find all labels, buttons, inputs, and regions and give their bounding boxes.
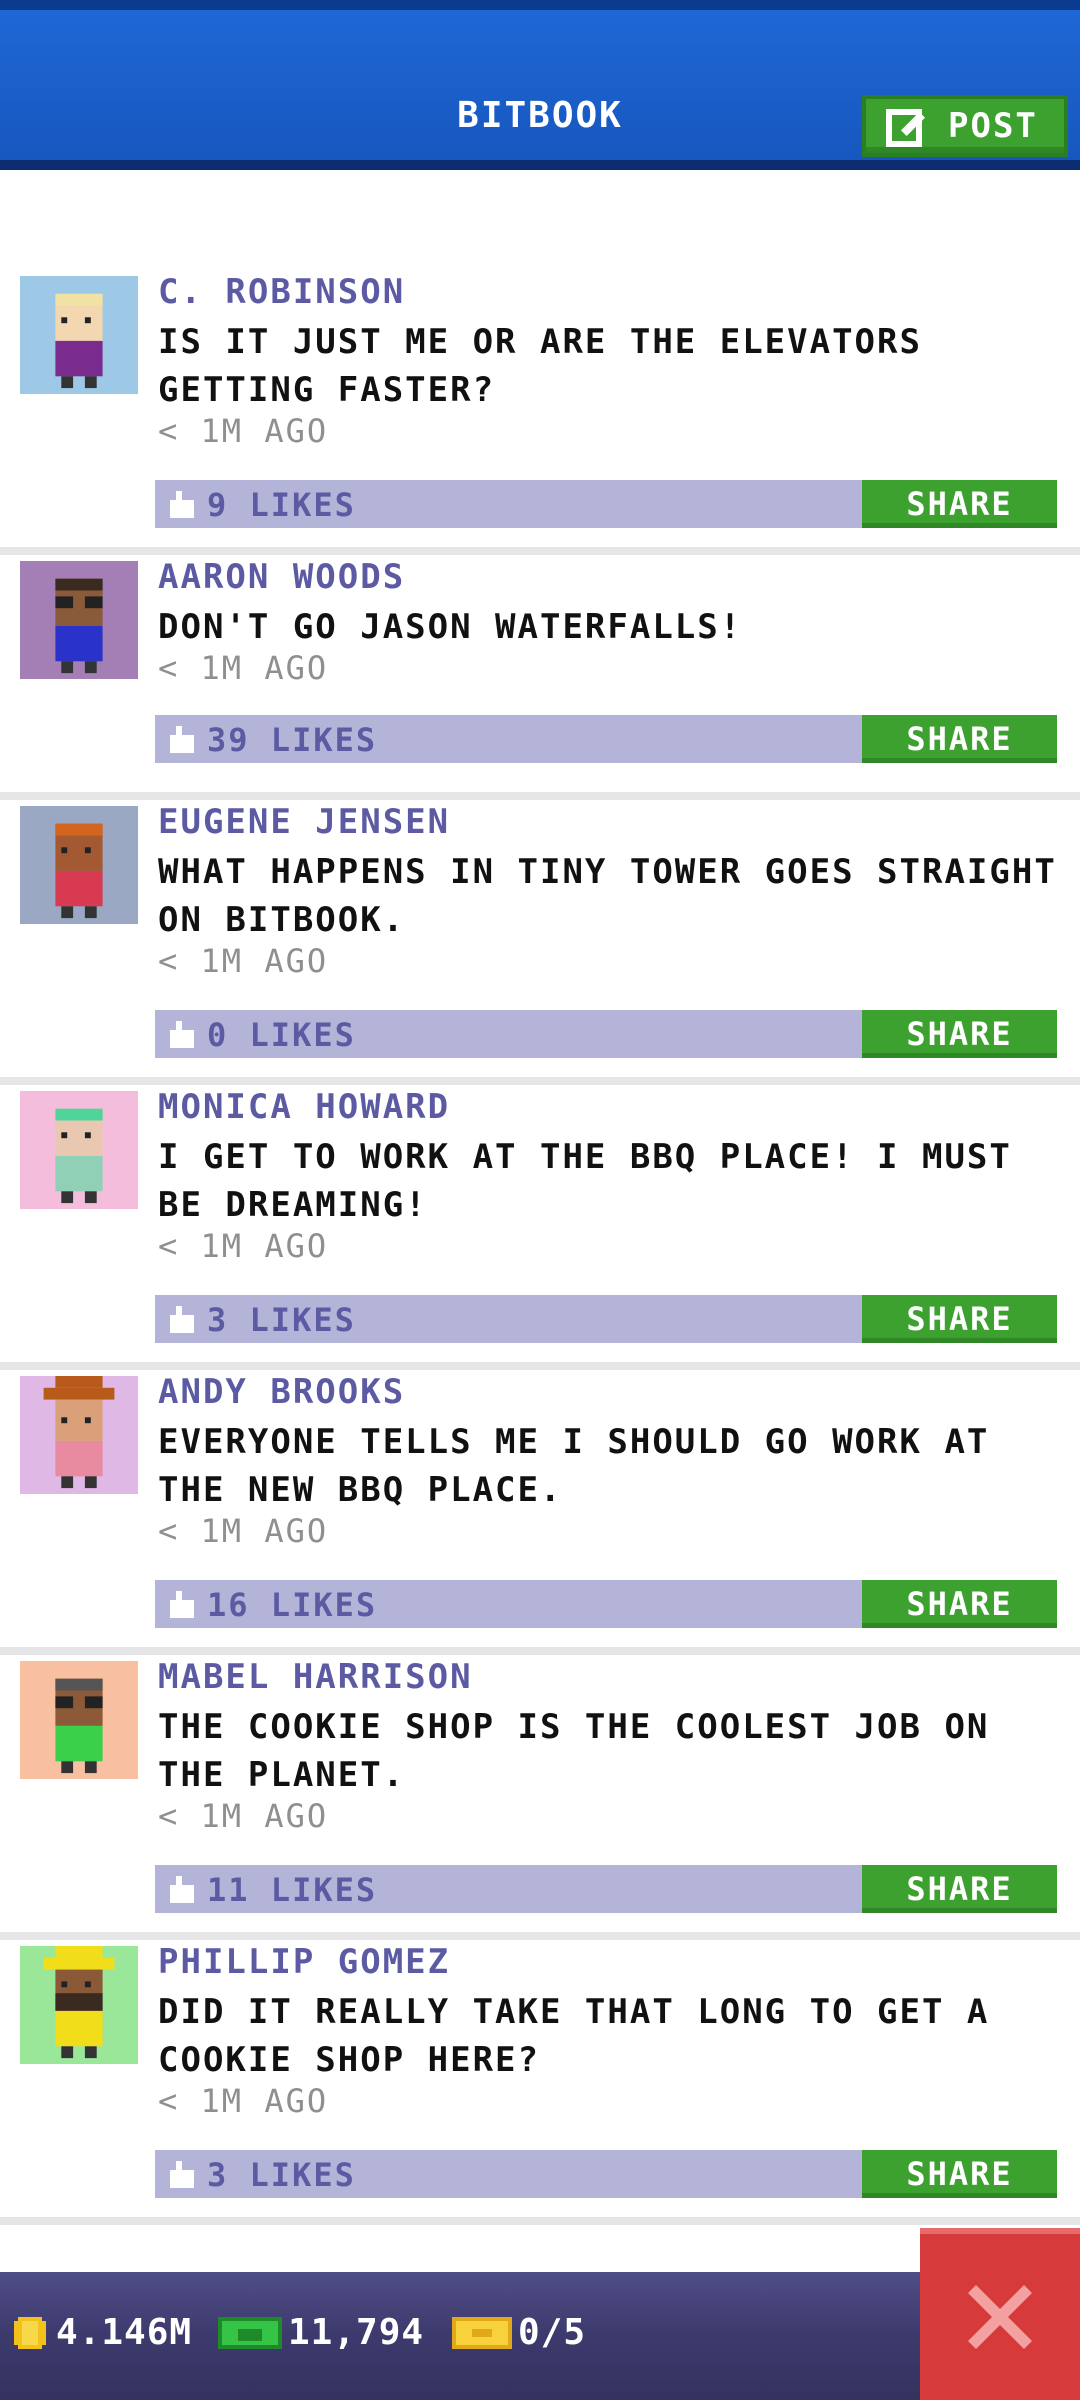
like-bar[interactable]: 39 LIKES SHARE (155, 715, 1057, 763)
bux-count: 11,794 (288, 2312, 425, 2353)
share-button[interactable]: SHARE (862, 715, 1057, 763)
post-author[interactable]: ANDY BROOKS (158, 1372, 405, 1412)
status-bar: 4.146M 11,794 0/5 (0, 2272, 1080, 2400)
coin-stat: 4.146M (10, 2312, 192, 2353)
post-button[interactable]: POST (862, 95, 1068, 157)
like-bar[interactable]: 3 LIKES SHARE (155, 1295, 1057, 1343)
ticket-stat: 0/5 (452, 2312, 586, 2353)
post-time: < 1M AGO (158, 2082, 329, 2120)
ticket-count: 0/5 (518, 2312, 587, 2353)
like-bar[interactable]: 9 LIKES SHARE (155, 480, 1057, 528)
feed-post: MABEL HARRISON THE COOKIE SHOP IS THE CO… (0, 1655, 1080, 1940)
avatar[interactable] (20, 276, 138, 394)
like-count: 3 LIKES (207, 1301, 356, 1339)
post-message: I GET TO WORK AT THE BBQ PLACE! I MUST B… (158, 1137, 1012, 1225)
post-message: DID IT REALLY TAKE THAT LONG TO GET A CO… (158, 1992, 990, 2080)
like-bar[interactable]: 16 LIKES SHARE (155, 1580, 1057, 1628)
like-bar[interactable]: 11 LIKES SHARE (155, 1865, 1057, 1913)
post-author[interactable]: EUGENE JENSEN (158, 802, 450, 842)
like-count: 0 LIKES (207, 1016, 356, 1054)
post-message: EVERYONE TELLS ME I SHOULD GO WORK AT TH… (158, 1422, 990, 1510)
feed-post: ANDY BROOKS EVERYONE TELLS ME I SHOULD G… (0, 1370, 1080, 1655)
like-count: 16 LIKES (207, 1586, 378, 1624)
post-message: DON'T GO JASON WATERFALLS! (158, 607, 743, 647)
ticket-icon (452, 2316, 512, 2349)
avatar[interactable] (20, 1661, 138, 1779)
character-icon (55, 578, 103, 674)
character-icon (55, 293, 103, 389)
post-author[interactable]: MABEL HARRISON (158, 1657, 473, 1697)
post-time: < 1M AGO (158, 412, 329, 450)
thumbs-up-icon (170, 1306, 194, 1333)
close-icon (968, 2285, 1032, 2349)
post-time: < 1M AGO (158, 1227, 329, 1265)
thumbs-up-icon (170, 1021, 194, 1048)
like-bar[interactable]: 3 LIKES SHARE (155, 2150, 1057, 2198)
like-count: 39 LIKES (207, 721, 378, 759)
close-button[interactable] (920, 2228, 1080, 2400)
avatar[interactable] (20, 1091, 138, 1209)
character-icon (43, 1946, 115, 2059)
feed-post: MONICA HOWARD I GET TO WORK AT THE BBQ P… (0, 1085, 1080, 1370)
like-count: 9 LIKES (207, 486, 356, 524)
top-bar: BITBOOK POST (0, 0, 1080, 170)
character-icon (55, 1108, 103, 1204)
character-icon (43, 1376, 115, 1489)
share-button[interactable]: SHARE (862, 1295, 1057, 1343)
share-button[interactable]: SHARE (862, 1865, 1057, 1913)
post-message: THE COOKIE SHOP IS THE COOLEST JOB ON TH… (158, 1707, 990, 1795)
post-time: < 1M AGO (158, 942, 329, 980)
thumbs-up-icon (170, 2161, 194, 2188)
post-author[interactable]: AARON WOODS (158, 557, 405, 597)
feed-post: AARON WOODS DON'T GO JASON WATERFALLS! <… (0, 555, 1080, 800)
share-button[interactable]: SHARE (862, 1580, 1057, 1628)
bux-stat: 11,794 (218, 2312, 424, 2353)
thumbs-up-icon (170, 1591, 194, 1618)
avatar[interactable] (20, 1946, 138, 2064)
feed-list: C. ROBINSON IS IT JUST ME OR ARE THE ELE… (0, 270, 1080, 2225)
thumbs-up-icon (170, 491, 194, 518)
feed-post: C. ROBINSON IS IT JUST ME OR ARE THE ELE… (0, 270, 1080, 555)
post-time: < 1M AGO (158, 649, 329, 687)
bux-icon (218, 2316, 282, 2349)
character-icon (55, 823, 103, 919)
feed-post: PHILLIP GOMEZ DID IT REALLY TAKE THAT LO… (0, 1940, 1080, 2225)
thumbs-up-icon (170, 1876, 194, 1903)
post-author[interactable]: C. ROBINSON (158, 272, 405, 312)
post-author[interactable]: PHILLIP GOMEZ (158, 1942, 450, 1982)
like-count: 11 LIKES (207, 1871, 378, 1909)
post-message: WHAT HAPPENS IN TINY TOWER GOES STRAIGHT… (158, 852, 1057, 940)
coin-icon (14, 2316, 46, 2349)
post-label: POST (948, 106, 1038, 146)
character-icon (55, 1678, 103, 1774)
avatar[interactable] (20, 561, 138, 679)
share-button[interactable]: SHARE (862, 2150, 1057, 2198)
post-message: IS IT JUST ME OR ARE THE ELEVATORS GETTI… (158, 322, 922, 410)
post-time: < 1M AGO (158, 1512, 329, 1550)
like-bar[interactable]: 0 LIKES SHARE (155, 1010, 1057, 1058)
share-button[interactable]: SHARE (862, 480, 1057, 528)
like-count: 3 LIKES (207, 2156, 356, 2194)
avatar[interactable] (20, 1376, 138, 1494)
avatar[interactable] (20, 806, 138, 924)
thumbs-up-icon (170, 726, 194, 753)
post-author[interactable]: MONICA HOWARD (158, 1087, 450, 1127)
post-time: < 1M AGO (158, 1797, 329, 1835)
feed-post: EUGENE JENSEN WHAT HAPPENS IN TINY TOWER… (0, 800, 1080, 1085)
coin-count: 4.146M (56, 2312, 193, 2353)
share-button[interactable]: SHARE (862, 1010, 1057, 1058)
edit-icon (886, 109, 926, 147)
